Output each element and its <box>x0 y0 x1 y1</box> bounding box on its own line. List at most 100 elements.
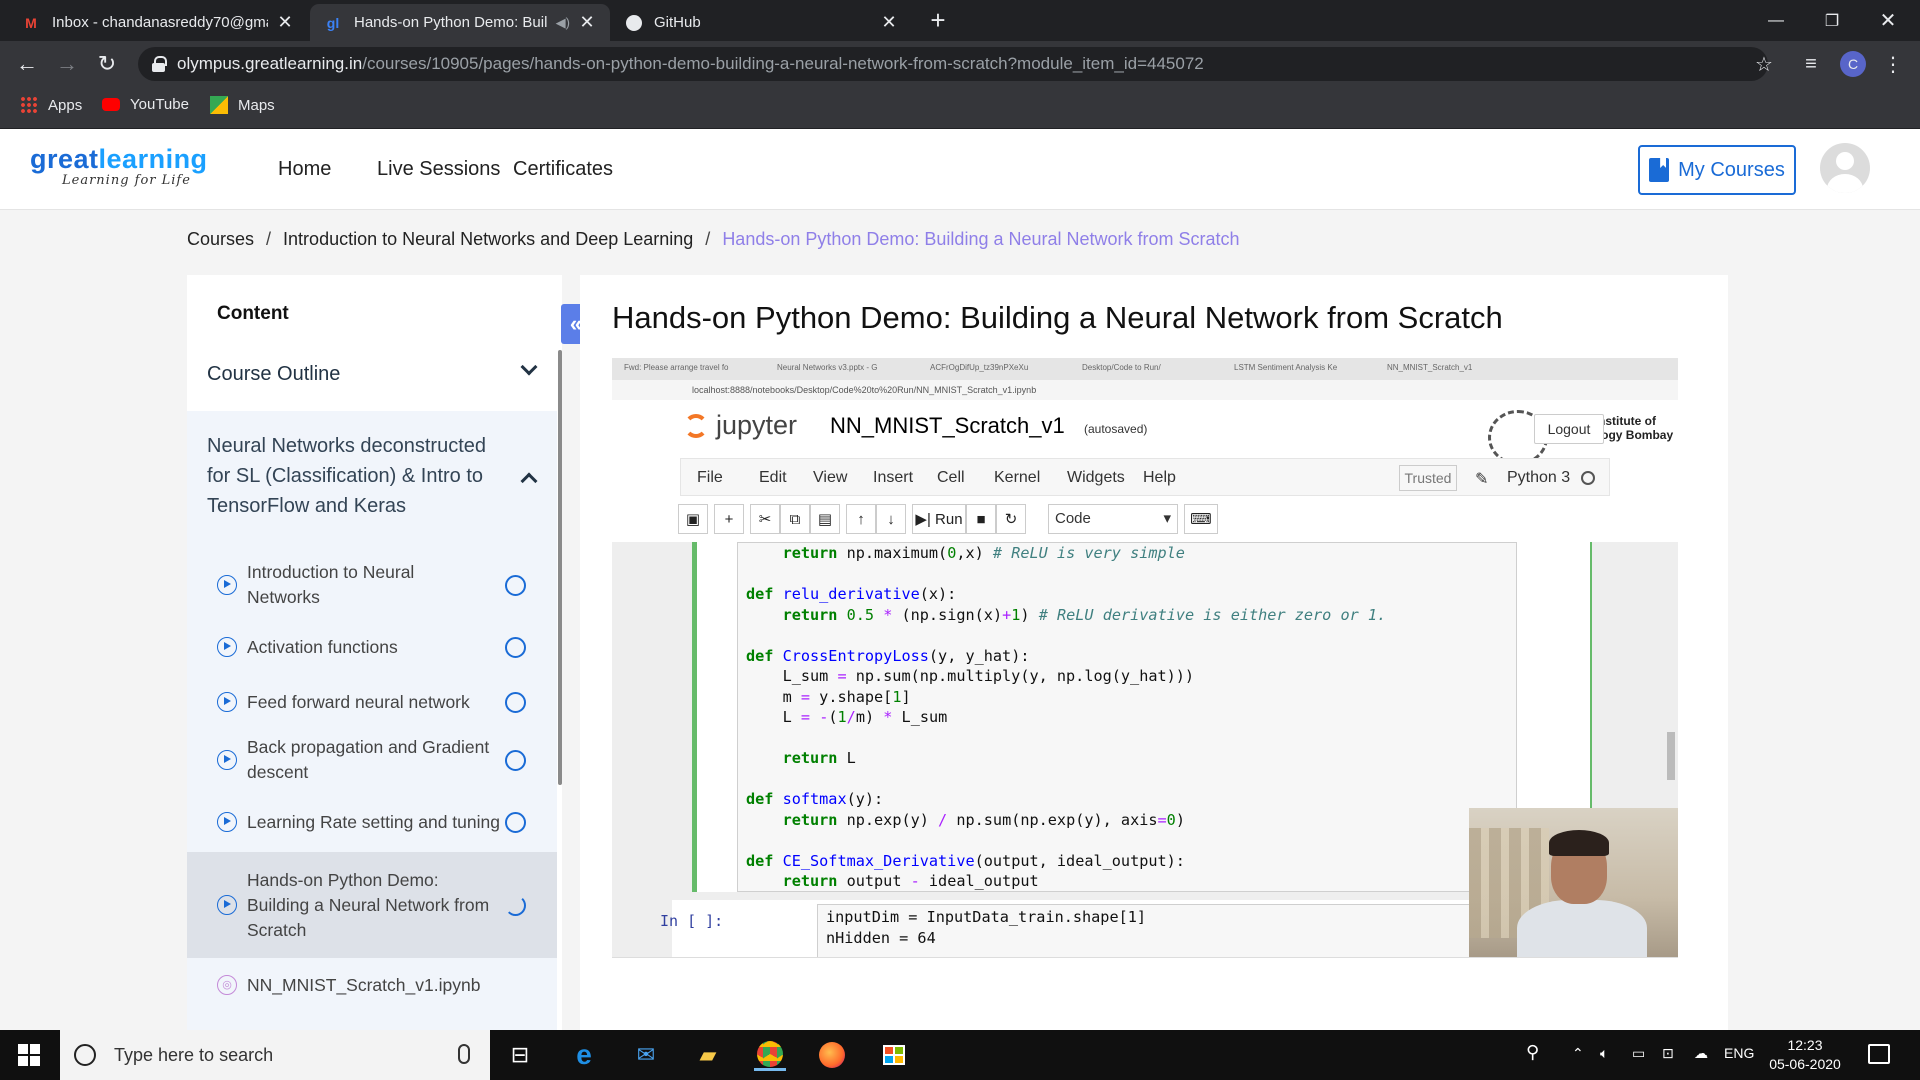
list-item[interactable]: Learning Rate setting and tuning <box>187 802 557 842</box>
list-item[interactable]: ◎ NN_MNIST_Scratch_v1.ipynb <box>187 965 557 1005</box>
bookmark-star-icon[interactable]: ☆ <box>1749 49 1779 79</box>
status-circle-icon <box>505 691 526 713</box>
bookmark-youtube[interactable]: YouTube <box>102 96 189 113</box>
nav-live-sessions[interactable]: Live Sessions <box>377 158 500 181</box>
people-icon[interactable]: ⚲ <box>1526 1042 1539 1063</box>
speaker-icon[interactable]: ◀) <box>556 15 570 31</box>
copy-icon: ⧉ <box>780 504 810 534</box>
search-placeholder: Type here to search <box>114 1044 274 1065</box>
list-item-active[interactable]: Hands-on Python Demo: Building a Neural … <box>187 852 557 958</box>
tab-gmail[interactable]: M Inbox - chandanasreddy70@gmail.com ✕ <box>8 4 308 41</box>
minimize-icon[interactable]: — <box>1744 0 1808 41</box>
list-item[interactable]: Introduction to Neural Networks <box>187 557 557 613</box>
video-tab: ACFrOgDifUp_tz39nPXeXu <box>930 363 1029 372</box>
tray-overflow-icon[interactable]: ⌃ <box>1572 1045 1584 1062</box>
file-explorer-icon[interactable]: ▰ <box>692 1039 724 1071</box>
chevron-up-icon <box>520 472 538 490</box>
close-tab-icon[interactable]: ✕ <box>880 12 898 33</box>
windows-taskbar: Type here to search ⊟ e ✉ ▰ ⚲ ⌃ 🔈︎ ▭ ⊡ ☁… <box>0 1030 1920 1080</box>
breadcrumb-course[interactable]: Introduction to Neural Networks and Deep… <box>283 229 693 250</box>
edge-icon[interactable]: e <box>568 1039 600 1071</box>
youtube-icon <box>102 98 120 111</box>
notifications-icon[interactable] <box>1868 1044 1890 1064</box>
menu-file: File <box>697 469 723 486</box>
bookmark-maps[interactable]: Maps <box>210 96 275 114</box>
bookmark-label: YouTube <box>130 96 189 113</box>
menu-edit: Edit <box>759 469 787 486</box>
item-label: NN_MNIST_Scratch_v1.ipynb <box>247 974 481 995</box>
nav-home[interactable]: Home <box>278 158 331 181</box>
video-tab: Fwd: Please arrange travel fo <box>624 363 729 372</box>
greatlearning-icon: gl <box>326 14 340 31</box>
logo-tagline: Learning for Life <box>62 173 191 188</box>
user-avatar[interactable] <box>1820 143 1870 193</box>
firefox-icon[interactable] <box>816 1039 848 1071</box>
cortana-icon <box>74 1044 96 1066</box>
menu-view: View <box>813 469 848 486</box>
tab-title: Hands-on Python Demo: Buil <box>354 14 548 31</box>
bookmark-label: Maps <box>238 96 275 114</box>
bookmarks-bar: Apps YouTube Maps <box>0 87 1920 129</box>
new-tab-button[interactable]: + <box>924 5 952 35</box>
media-control-icon[interactable]: ≡ <box>1796 49 1826 79</box>
network-icon[interactable]: ⊡ <box>1662 1045 1674 1062</box>
run-button: ▶| Run <box>912 504 966 534</box>
task-view-icon[interactable]: ⊟ <box>504 1039 536 1071</box>
content-sidebar: Content Course Outline Neural Networks d… <box>187 275 562 1030</box>
restore-icon[interactable]: ❐ <box>1800 0 1864 41</box>
clock[interactable]: 12:23 05-06-2020 <box>1765 1036 1845 1074</box>
my-courses-button[interactable]: My Courses <box>1638 145 1796 195</box>
mail-icon[interactable]: ✉ <box>630 1039 662 1071</box>
language-indicator[interactable]: ENG <box>1724 1045 1754 1061</box>
volume-icon[interactable]: 🔈︎ <box>1600 1045 1608 1062</box>
nav-certificates[interactable]: Certificates <box>513 158 613 181</box>
breadcrumb: Courses / Introduction to Neural Network… <box>187 229 1240 250</box>
profile-avatar[interactable]: C <box>1840 51 1866 77</box>
menu-cell: Cell <box>937 469 965 486</box>
sidebar-scrollbar[interactable] <box>558 350 562 785</box>
windows-start-icon[interactable] <box>18 1044 40 1066</box>
forward-icon[interactable]: → <box>52 49 82 79</box>
status-circle-icon <box>505 636 526 658</box>
course-outline-label: Course Outline <box>207 362 341 385</box>
video-player[interactable]: Fwd: Please arrange travel fo Neural Net… <box>612 358 1678 958</box>
list-item[interactable]: Activation functions <box>187 627 557 667</box>
module-header[interactable]: Neural Networks deconstructed for SL (Cl… <box>187 411 557 547</box>
tab-github[interactable]: GitHub ✕ <box>612 4 912 41</box>
breadcrumb-courses[interactable]: Courses <box>187 229 254 250</box>
onedrive-icon[interactable]: ☁ <box>1694 1045 1708 1062</box>
reload-icon[interactable]: ↻ <box>92 49 122 79</box>
battery-icon[interactable]: ▭ <box>1632 1045 1645 1062</box>
video-tab: Neural Networks v3.pptx - G <box>777 363 878 372</box>
close-tab-icon[interactable]: ✕ <box>276 12 294 33</box>
menu-help: Help <box>1143 469 1176 486</box>
notebook-name: NN_MNIST_Scratch_v1 <box>830 413 1065 438</box>
course-outline-toggle[interactable]: Course Outline <box>187 343 557 405</box>
github-icon <box>626 14 642 31</box>
list-item[interactable]: Back propagation and Gradient descent <box>187 732 557 788</box>
greatlearning-logo[interactable]: greatlearning Learning for Life <box>30 145 208 188</box>
code-line: inputDim = InputData_train.shape[1] <box>826 908 1147 926</box>
trusted-badge: Trusted <box>1399 465 1457 491</box>
microphone-icon[interactable] <box>458 1044 470 1064</box>
taskbar-search[interactable]: Type here to search <box>60 1030 490 1080</box>
cut-icon: ✂ <box>750 504 780 534</box>
save-icon: ▣ <box>678 504 708 534</box>
close-window-icon[interactable]: ✕ <box>1856 0 1920 41</box>
menu-kernel: Kernel <box>994 469 1041 486</box>
back-icon[interactable]: ← <box>12 49 42 79</box>
site-header: greatlearning Learning for Life Home Liv… <box>0 129 1920 210</box>
address-bar[interactable]: olympus.greatlearning.in/courses/10905/p… <box>138 47 1768 81</box>
close-tab-icon[interactable]: ✕ <box>578 12 596 33</box>
maps-icon <box>210 96 228 114</box>
video-tab: LSTM Sentiment Analysis Ke <box>1234 363 1338 372</box>
input-prompt: In [ ]: <box>660 912 724 930</box>
menu-kebab-icon[interactable]: ⋮ <box>1878 49 1908 79</box>
list-item[interactable]: Feed forward neural network <box>187 682 557 722</box>
bookmark-apps[interactable]: Apps <box>20 96 82 114</box>
tab-greatlearning[interactable]: gl Hands-on Python Demo: Buil ◀) ✕ <box>310 4 610 41</box>
store-icon[interactable] <box>878 1039 910 1071</box>
chrome-icon[interactable] <box>754 1039 786 1071</box>
pencil-icon: ✎ <box>1475 471 1489 488</box>
lock-icon[interactable] <box>152 56 167 72</box>
